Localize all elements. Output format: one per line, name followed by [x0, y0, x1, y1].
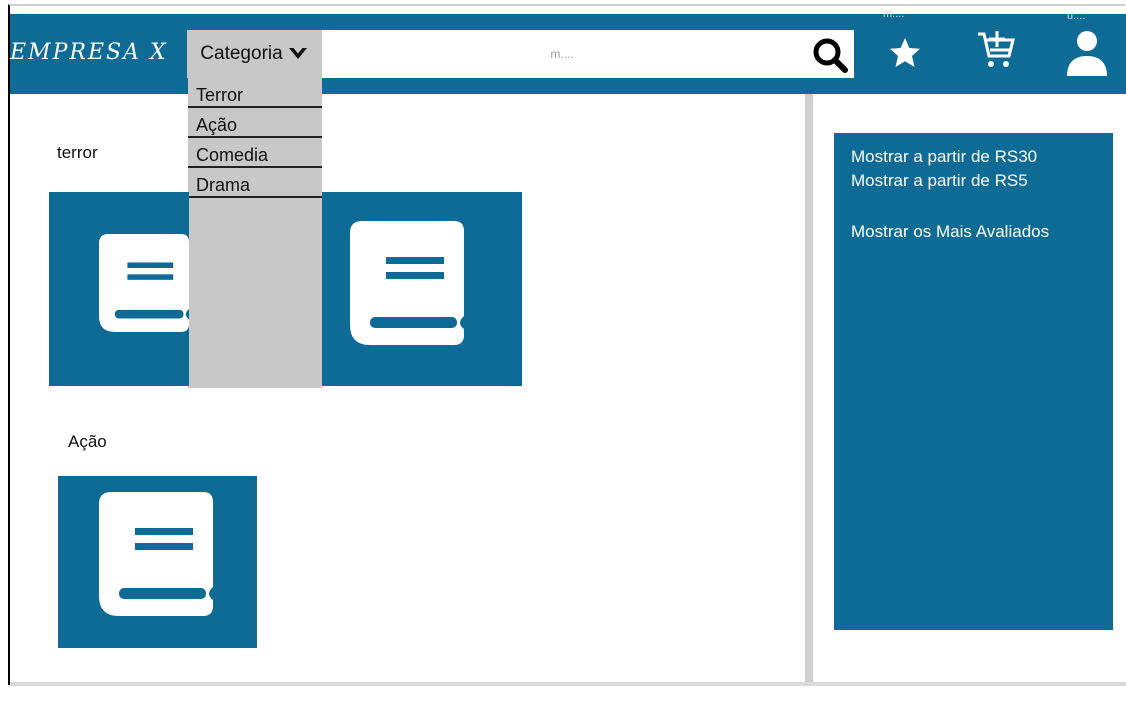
product-tile[interactable] — [58, 476, 257, 648]
filter-panel: Mostrar a partir de RS30 Mostrar a parti… — [834, 133, 1113, 630]
section-title-acao: Ação — [68, 432, 107, 451]
filter-top-rated[interactable]: Mostrar os Mais Avaliados — [851, 222, 1051, 242]
search-bar — [322, 30, 854, 78]
filter-from-rs30[interactable]: Mostrar a partir de RS30 — [851, 147, 1037, 167]
chevron-down-icon — [288, 48, 307, 59]
category-item-drama[interactable]: Drama — [188, 168, 322, 198]
book-icon — [350, 221, 464, 345]
category-dropdown-button[interactable]: Categoria — [187, 30, 322, 78]
book-icon — [99, 234, 189, 332]
category-label: Categoria — [200, 43, 283, 64]
bottom-divider — [10, 682, 1126, 686]
category-item-terror[interactable]: Terror — [188, 78, 322, 108]
section-title-terror: terror — [57, 143, 98, 162]
search-icon[interactable] — [810, 35, 854, 75]
product-tile[interactable] — [322, 192, 522, 386]
user-icon[interactable] — [1064, 28, 1110, 78]
search-input[interactable] — [322, 30, 802, 78]
category-dropdown-menu: Terror Ação Comedia Drama — [188, 78, 322, 388]
category-item-comedia[interactable]: Comedia — [188, 138, 322, 168]
star-icon[interactable] — [888, 36, 922, 70]
cart-add-icon[interactable] — [976, 28, 1018, 72]
category-item-acao[interactable]: Ação — [188, 108, 322, 138]
favorites-caption: m.... — [883, 8, 905, 20]
book-icon — [99, 492, 213, 616]
filter-from-rs5[interactable]: Mostrar a partir de RS5 — [851, 171, 1028, 191]
brand-logo[interactable]: EMPRESA X — [10, 40, 168, 65]
vertical-divider — [805, 94, 813, 682]
product-tile[interactable] — [49, 192, 189, 386]
user-caption: u.... — [1067, 10, 1086, 22]
